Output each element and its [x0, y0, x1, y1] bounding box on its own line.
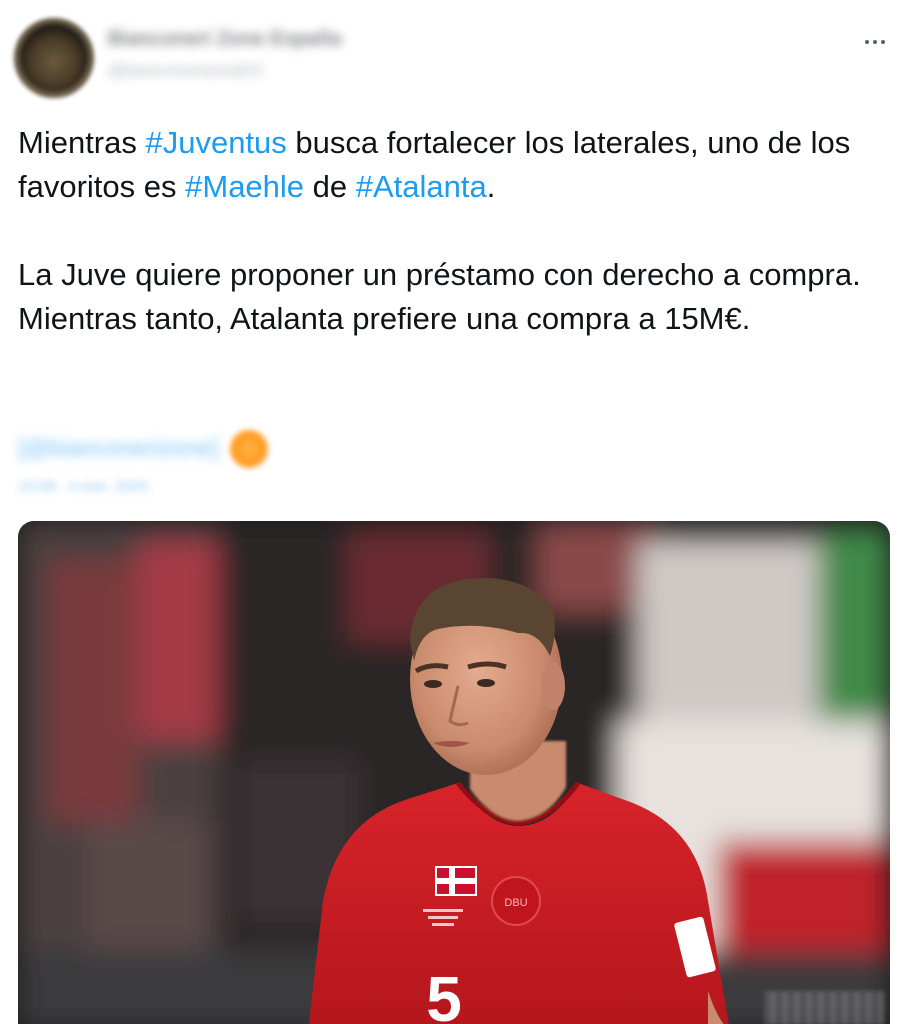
tweet-paragraph-2: La Juve quiere proponer un préstamo con …: [18, 257, 861, 336]
text-segment: de: [304, 169, 356, 204]
author-block[interactable]: Bianconeri Zone España @bianconerizoneES: [108, 28, 341, 81]
author-display-name[interactable]: Bianconeri Zone España: [108, 28, 341, 51]
hashtag-juventus-link[interactable]: #Juventus: [145, 125, 286, 160]
more-horizontal-icon: [881, 40, 885, 44]
jersey-number: 5: [426, 963, 462, 1024]
signature-handle-link[interactable]: [@bianconerizone]: [18, 435, 218, 463]
more-horizontal-icon: [865, 40, 869, 44]
author-handle[interactable]: @bianconerizoneES: [108, 61, 341, 81]
tweet-card: Bianconeri Zone España @bianconerizoneES…: [0, 0, 913, 1024]
more-horizontal-icon: [873, 40, 877, 44]
hashtag-maehle-link[interactable]: #Maehle: [185, 169, 304, 204]
hashtag-atalanta-link[interactable]: #Atalanta: [356, 169, 487, 204]
player-photo: DBU 5: [18, 521, 890, 1024]
avatar[interactable]: [14, 18, 94, 98]
tweet-paragraph-1: Mientras #Juventus busca fortalecer los …: [18, 121, 898, 209]
tweet-header: Bianconeri Zone España @bianconerizoneES: [0, 0, 913, 110]
signature-meta: 15:09 · 4 ene. 2023: [18, 478, 149, 495]
tweet-text: Mientras #Juventus busca fortalecer los …: [18, 121, 898, 341]
crest-label: DBU: [504, 897, 527, 909]
orange-badge-icon: [230, 430, 269, 468]
tweet-media-photo[interactable]: DBU 5: [18, 521, 890, 1024]
denmark-flag-icon: [435, 866, 477, 896]
text-segment: .: [486, 169, 496, 204]
more-options-button[interactable]: [859, 30, 891, 54]
watermark: [764, 991, 884, 1024]
text-segment: Mientras: [18, 125, 146, 160]
tweet-signature: [@bianconerizone]: [18, 424, 269, 474]
